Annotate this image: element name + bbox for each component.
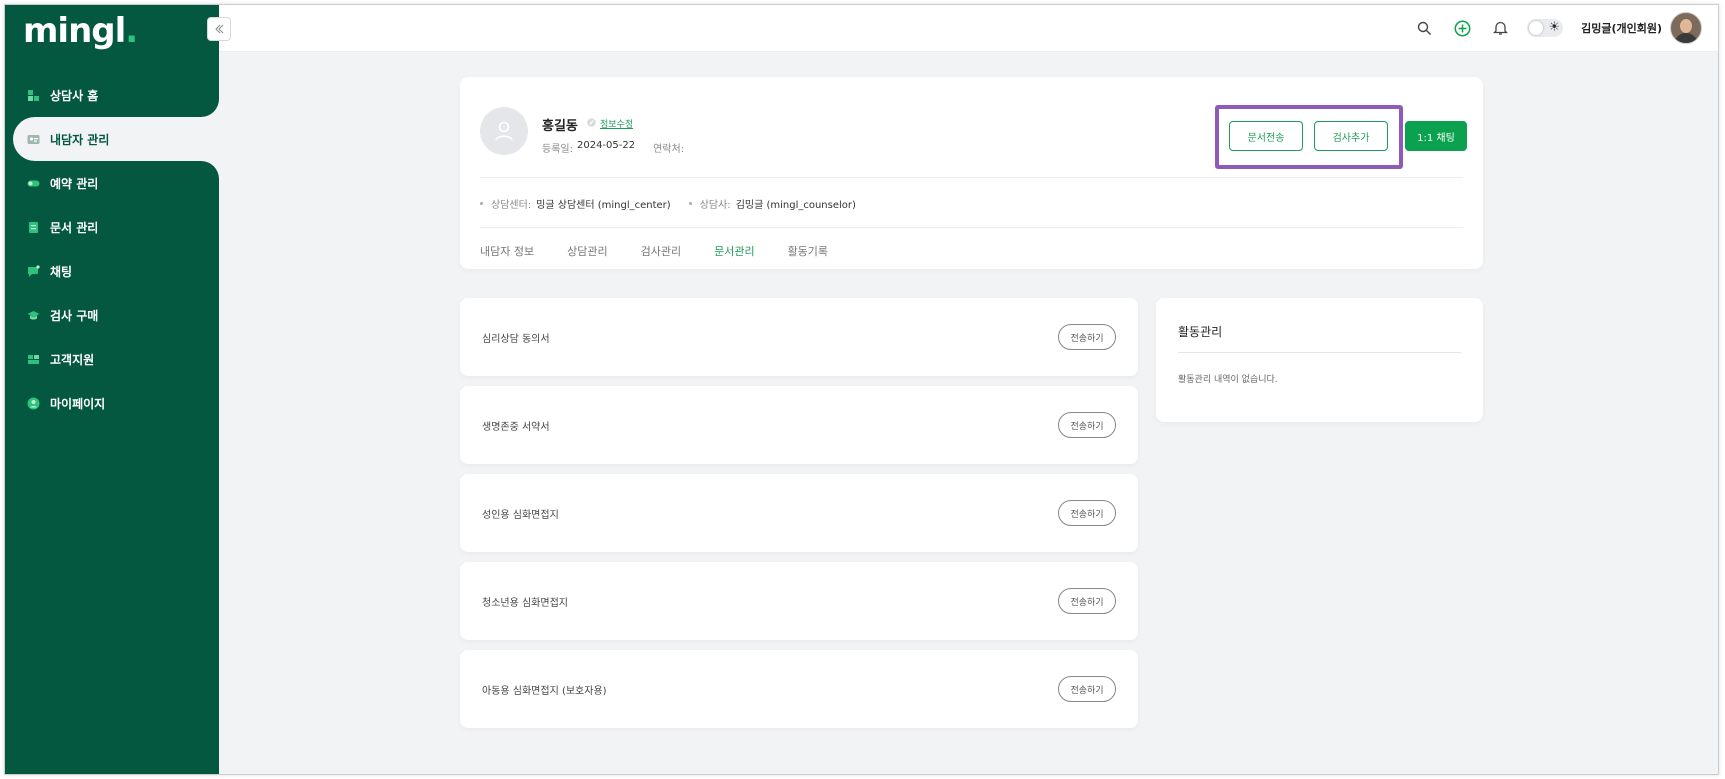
send-document-button[interactable]: 문서전송 — [1229, 121, 1303, 151]
chevron-left-icon — [215, 24, 224, 34]
user-icon — [27, 397, 40, 410]
client-card-icon — [27, 133, 40, 146]
chat-icon — [27, 264, 40, 278]
tab-exam[interactable]: 검사관리 — [641, 243, 681, 259]
activity-card: 활동관리 활동관리 내역이 없습니다. — [1156, 298, 1483, 422]
tab-activity-log[interactable]: 활동기록 — [788, 243, 828, 259]
sidebar-item-support[interactable]: 고객지원 — [5, 337, 219, 381]
user-name[interactable]: 김밍글(개인회원) — [1581, 20, 1662, 36]
send-button[interactable]: 전송하기 — [1058, 412, 1116, 438]
tab-counseling[interactable]: 상담관리 — [567, 243, 607, 259]
bell-icon[interactable] — [1489, 17, 1511, 39]
client-meta: 등록일: 2024-05-22 연락처: — [542, 140, 706, 155]
sidebar-item-label: 채팅 — [50, 264, 73, 279]
client-profile-card: 홍길동 정보수정 등록일: 2024-05-22 연락처: 문서전송 검사추가 … — [460, 77, 1483, 269]
mingl-logo[interactable]: mingl. — [23, 11, 138, 51]
document-title: 생명존중 서약서 — [482, 422, 550, 433]
send-button[interactable]: 전송하기 — [1058, 500, 1116, 526]
logo-text: mingl — [23, 11, 126, 51]
sidebar-item-exam-purchase[interactable]: 검사 구매 — [5, 293, 219, 337]
center-label: 상담센터: — [491, 200, 532, 211]
support-icon — [27, 353, 40, 366]
sidebar-nav: 상담사 홈 내담자 관리 예약 관리 문서 관리 채팅 검사 구매 고객지원 마… — [5, 73, 219, 425]
add-circle-icon[interactable] — [1451, 17, 1473, 39]
sidebar-item-reservation[interactable]: 예약 관리 — [5, 161, 219, 205]
sidebar-item-document[interactable]: 문서 관리 — [5, 205, 219, 249]
counselor-value: 김밍글 (mingl_counselor) — [735, 200, 856, 211]
graduation-cap-icon — [27, 309, 40, 322]
center-value: 밍글 상담센터 (mingl_center) — [536, 200, 671, 211]
divider — [480, 177, 1463, 178]
toggle-knob — [1529, 21, 1544, 35]
client-assignment: 상담센터: 밍글 상담센터 (mingl_center) 상담사: 김밍글 (m… — [480, 196, 874, 211]
document-item: 성인용 심화면접지 전송하기 — [460, 474, 1138, 552]
sidebar-item-label: 상담사 홈 — [50, 88, 99, 103]
sidebar-collapse-button[interactable] — [207, 17, 231, 41]
logo-dot: . — [125, 11, 138, 51]
theme-toggle[interactable]: ☀ — [1527, 19, 1564, 37]
activity-empty-message: 활동관리 내역이 없습니다. — [1178, 375, 1278, 385]
pencil-icon — [587, 118, 596, 127]
add-exam-button[interactable]: 검사추가 — [1314, 121, 1388, 151]
sidebar-item-label: 문서 관리 — [50, 220, 99, 235]
document-item: 아동용 심화면접지 (보호자용) 전송하기 — [460, 650, 1138, 728]
client-avatar — [480, 107, 528, 155]
client-name: 홍길동 — [542, 119, 578, 134]
sidebar-item-label: 내담자 관리 — [50, 132, 110, 147]
sidebar-item-label: 검사 구매 — [50, 308, 99, 323]
document-item: 심리상담 동의서 전송하기 — [460, 298, 1138, 376]
divider — [1178, 352, 1461, 353]
reg-date-label: 등록일: — [542, 144, 573, 155]
bullet — [480, 202, 483, 205]
contact-label: 연락처: — [653, 144, 685, 155]
document-title: 청소년용 심화면접지 — [482, 598, 568, 609]
app-window: mingl. 상담사 홈 내담자 관리 예약 관리 문서 관리 채팅 검사 구매… — [4, 4, 1719, 775]
document-title: 아동용 심화면접지 (보호자용) — [482, 686, 607, 697]
document-item: 생명존중 서약서 전송하기 — [460, 386, 1138, 464]
send-button[interactable]: 전송하기 — [1058, 676, 1116, 702]
avatar-body — [1674, 33, 1698, 43]
sidebar-item-label: 마이페이지 — [50, 396, 106, 411]
user-avatar[interactable] — [1670, 12, 1702, 44]
sidebar-item-label: 고객지원 — [50, 352, 95, 367]
document-icon — [27, 221, 40, 234]
sidebar-item-client-management[interactable]: 내담자 관리 — [13, 117, 219, 161]
document-item: 청소년용 심화면접지 전송하기 — [460, 562, 1138, 640]
reg-date-value: 2024-05-22 — [576, 140, 636, 151]
sun-icon: ☀ — [1548, 20, 1561, 35]
sidebar: mingl. 상담사 홈 내담자 관리 예약 관리 문서 관리 채팅 검사 구매… — [5, 5, 219, 774]
tab-document[interactable]: 문서관리 — [714, 243, 754, 259]
edit-info-link[interactable]: 정보수정 — [600, 117, 633, 130]
person-icon — [495, 121, 513, 141]
activity-title: 활동관리 — [1178, 325, 1223, 339]
tab-client-info[interactable]: 내담자 정보 — [480, 243, 534, 259]
divider — [480, 227, 1463, 228]
client-tabs: 내담자 정보 상담관리 검사관리 문서관리 활동기록 — [480, 243, 861, 259]
sidebar-item-mypage[interactable]: 마이페이지 — [5, 381, 219, 425]
sidebar-item-counselor-home[interactable]: 상담사 홈 — [5, 73, 219, 117]
toggle-icon — [27, 177, 40, 190]
document-title: 심리상담 동의서 — [482, 334, 550, 345]
send-button[interactable]: 전송하기 — [1058, 588, 1116, 614]
avatar-face — [1680, 19, 1692, 33]
top-header: ☀ 김밍글(개인회원) — [219, 5, 1718, 52]
bullet — [688, 202, 692, 205]
document-title: 성인용 심화면접지 — [482, 510, 559, 521]
counselor-label: 상담사: — [699, 200, 731, 211]
send-button[interactable]: 전송하기 — [1058, 324, 1116, 350]
header-actions: ☀ 김밍글(개인회원) — [1413, 5, 1702, 51]
search-icon[interactable] — [1413, 17, 1435, 39]
one-on-one-chat-button[interactable]: 1:1 채팅 — [1405, 121, 1467, 151]
home-icon — [27, 89, 40, 102]
sidebar-item-label: 예약 관리 — [50, 176, 99, 191]
sidebar-item-chat[interactable]: 채팅 — [5, 249, 219, 293]
